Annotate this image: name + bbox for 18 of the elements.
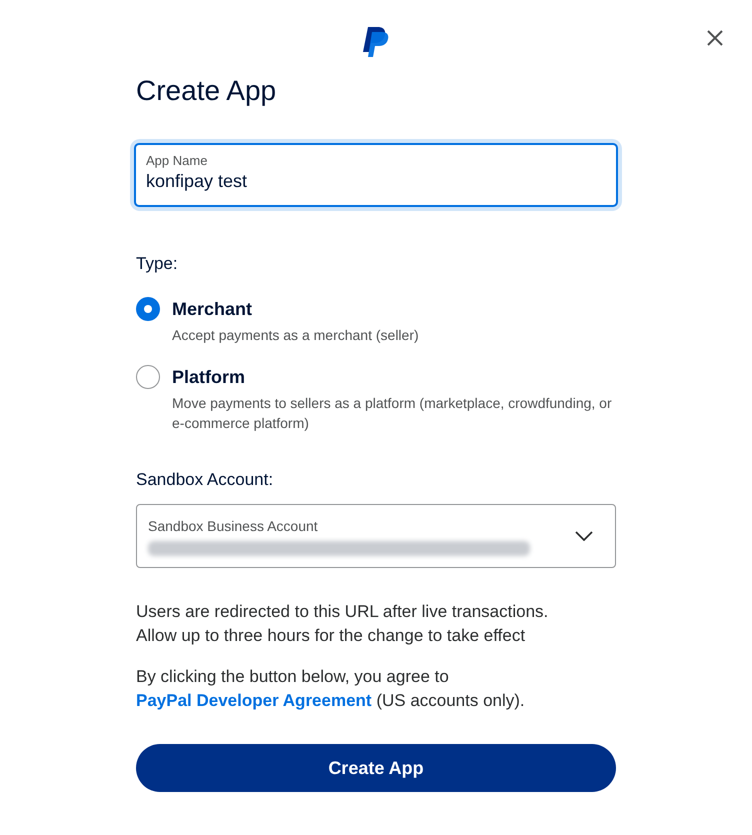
option-description: Accept payments as a merchant (seller) — [172, 326, 419, 344]
app-name-field[interactable]: App Name konfipay test — [134, 143, 618, 207]
option-label: Merchant — [172, 298, 254, 320]
type-label: Type: — [136, 253, 179, 275]
option-description: Move payments to sellers as a platform (marketplace, crowdfunding, or e-commerce platform) — [172, 394, 613, 432]
logo-icon — [363, 27, 389, 57]
account-select[interactable]: Sandbox Business Account — [136, 504, 616, 568]
radio-button[interactable] — [136, 364, 160, 388]
radio-button[interactable] — [136, 296, 160, 320]
create-app-button[interactable]: Create App — [136, 744, 616, 792]
chevron-down-icon — [575, 531, 593, 541]
agreement-link[interactable]: PayPal Developer Agreement — [136, 691, 372, 710]
agreement-text: By clicking the button below, you agree to PayPal Developer Agreement (US accounts only). — [136, 667, 525, 710]
notice-text: Users are redirected to this URL after live transactions. Allow up to three hours for the change to take effect — [136, 601, 550, 647]
dialog-title: Create App — [136, 74, 278, 108]
field-label: App Name — [146, 153, 208, 169]
option-label: Platform — [172, 366, 246, 388]
sandbox-account-label: Sandbox Account: — [136, 468, 274, 490]
